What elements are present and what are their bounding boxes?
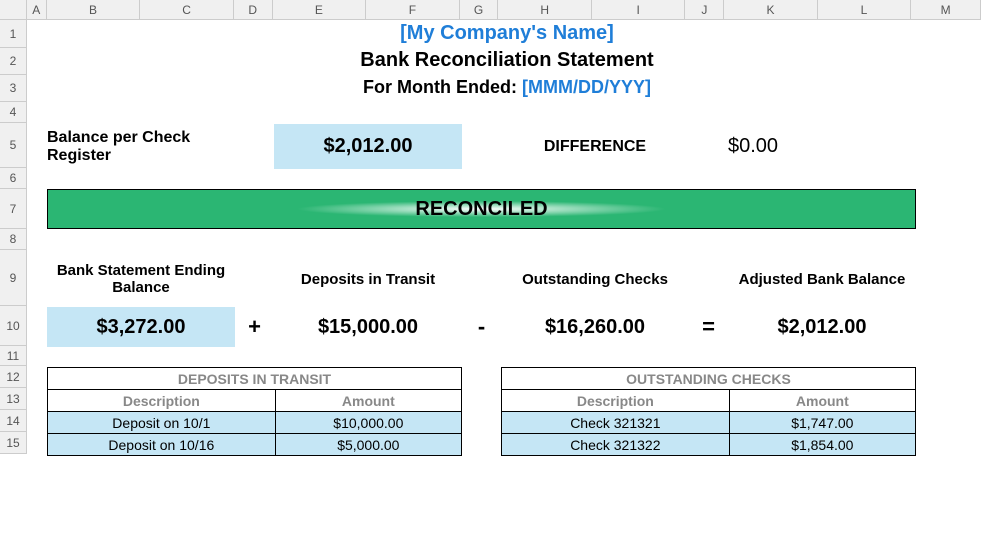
row-header-4[interactable]: 4 [0,102,27,123]
reconciled-banner: RECONCILED [47,189,916,229]
col-header-B[interactable]: B [47,0,141,19]
outstanding-checks-label: Outstanding Checks [501,251,689,307]
row-header-5[interactable]: 5 [0,123,27,168]
period-label: For Month Ended: [363,77,517,97]
deposits-transit-label: Deposits in Transit [274,251,462,307]
check-amt: $1,854.00 [729,434,915,456]
col-header-D[interactable]: D [234,0,273,19]
row-header-3[interactable]: 3 [0,75,27,102]
difference-label: DIFFERENCE [501,124,689,169]
row-header-8[interactable]: 8 [0,229,27,250]
checks-table-title: OUTSTANDING CHECKS [502,368,916,390]
check-desc: Check 321321 [502,412,730,434]
col-header-H[interactable]: H [498,0,592,19]
deposit-desc: Deposit on 10/1 [48,412,276,434]
statement-title: Bank Reconciliation Statement [47,49,967,72]
select-all-corner[interactable] [0,0,27,19]
col-header-L[interactable]: L [818,0,912,19]
deposits-table-title: DEPOSITS IN TRANSIT [48,368,462,390]
row-header-10[interactable]: 10 [0,306,27,346]
deposit-amt: $10,000.00 [275,412,461,434]
row-header-2[interactable]: 2 [0,48,27,75]
check-desc: Check 321322 [502,434,730,456]
row-header-6[interactable]: 6 [0,168,27,189]
bank-ending-value: $3,272.00 [47,307,235,347]
deposits-col-desc: Description [48,390,276,412]
row-header-7[interactable]: 7 [0,189,27,229]
col-header-J[interactable]: J [685,0,724,19]
col-header-I[interactable]: I [592,0,686,19]
col-header-F[interactable]: F [366,0,460,19]
col-header-C[interactable]: C [140,0,234,19]
op-equals: = [689,307,728,347]
col-header-K[interactable]: K [724,0,818,19]
bank-ending-label: Bank Statement Ending Balance [47,251,235,307]
row-headers: 1 2 3 4 5 6 7 8 9 10 11 12 13 14 15 [0,20,27,454]
grid-content[interactable]: [My Company's Name] Bank Reconciliation … [27,20,981,547]
balance-register-value: $2,012.00 [274,124,462,169]
col-header-M[interactable]: M [911,0,981,19]
row-header-1[interactable]: 1 [0,20,27,48]
row-header-9[interactable]: 9 [0,250,27,306]
row-header-11[interactable]: 11 [0,346,27,366]
company-name: [My Company's Name] [47,22,967,45]
check-amt: $1,747.00 [729,412,915,434]
col-header-E[interactable]: E [273,0,367,19]
op-plus: + [235,307,274,347]
op-minus: - [462,307,501,347]
deposit-desc: Deposit on 10/16 [48,434,276,456]
difference-value: $0.00 [728,124,848,169]
row-header-12[interactable]: 12 [0,366,27,388]
balance-register-label: Balance per Check Register [47,124,235,169]
spreadsheet: A B C D E F G H I J K L M 1 2 3 4 5 6 7 … [0,0,981,547]
deposits-transit-value: $15,000.00 [274,307,462,347]
period-line: For Month Ended: [MMM/DD/YYY] [47,77,967,98]
adjusted-balance-label: Adjusted Bank Balance [728,251,916,307]
deposits-table: DEPOSITS IN TRANSIT Description Amount D… [47,367,462,456]
checks-col-desc: Description [502,390,730,412]
deposits-col-amt: Amount [275,390,461,412]
col-header-A[interactable]: A [27,0,47,19]
checks-col-amt: Amount [729,390,915,412]
table-row: Deposit on 10/16 $5,000.00 [48,434,462,456]
column-headers: A B C D E F G H I J K L M [0,0,981,20]
col-header-G[interactable]: G [460,0,499,19]
table-row: Check 321321 $1,747.00 [502,412,916,434]
checks-table: OUTSTANDING CHECKS Description Amount Ch… [501,367,916,456]
row-header-13[interactable]: 13 [0,388,27,410]
outstanding-checks-value: $16,260.00 [501,307,689,347]
adjusted-balance-value: $2,012.00 [728,307,916,347]
table-row: Check 321322 $1,854.00 [502,434,916,456]
period-value: [MMM/DD/YYY] [522,77,651,97]
deposit-amt: $5,000.00 [275,434,461,456]
table-row: Deposit on 10/1 $10,000.00 [48,412,462,434]
row-header-14[interactable]: 14 [0,410,27,432]
row-header-15[interactable]: 15 [0,432,27,454]
